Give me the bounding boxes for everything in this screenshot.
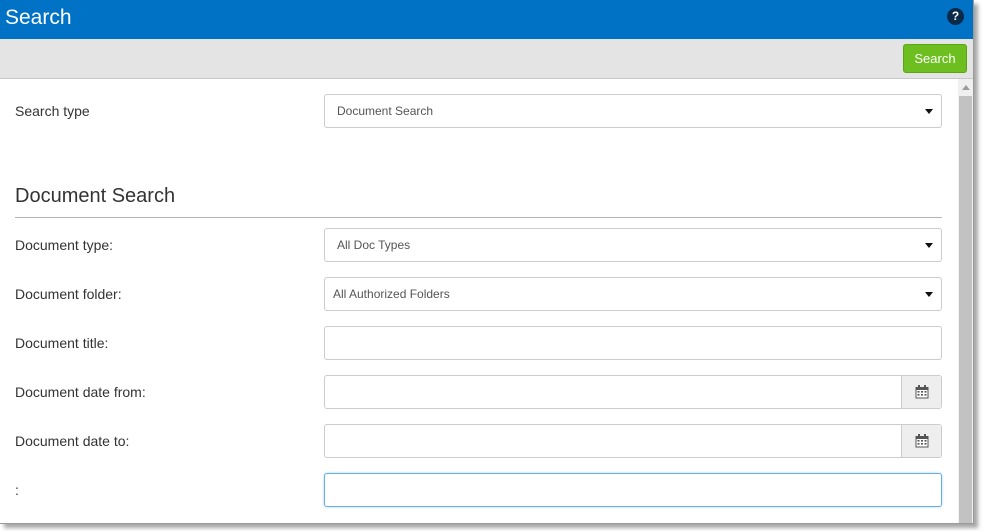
document-folder-label: Document folder: — [15, 286, 122, 302]
document-type-select[interactable]: All Doc Types — [324, 228, 942, 262]
search-type-label: Search type — [15, 103, 90, 119]
document-folder-select[interactable]: All Authorized Folders — [324, 277, 942, 311]
dropdown-caret-icon — [925, 109, 933, 114]
document-title-input[interactable] — [324, 326, 942, 360]
date-from-label: Document date from: — [15, 384, 146, 400]
date-from-input[interactable] — [324, 375, 942, 409]
date-to-input[interactable] — [324, 424, 942, 458]
window-title: Search — [5, 6, 72, 29]
title-bar: Search ? — [0, 0, 973, 39]
help-icon[interactable]: ? — [947, 8, 964, 25]
document-title-label: Document title: — [15, 335, 109, 351]
toolbar: Search — [0, 39, 973, 79]
search-window: Search ? Search Search type Document Sea… — [0, 0, 974, 524]
document-type-label: Document type: — [15, 237, 114, 253]
date-to-calendar-button[interactable] — [901, 425, 941, 457]
scrollbar-thumb[interactable] — [959, 96, 972, 523]
section-title: Document Search — [15, 185, 176, 207]
calendar-icon — [915, 434, 929, 448]
vertical-scrollbar[interactable] — [958, 79, 973, 523]
dropdown-caret-icon — [925, 243, 933, 248]
dropdown-caret-icon — [925, 292, 933, 297]
calendar-icon — [915, 385, 929, 399]
search-form: Search type Document Search Document Sea… — [0, 79, 958, 523]
extra-field-label: : — [15, 482, 19, 498]
search-button[interactable]: Search — [903, 44, 967, 73]
document-type-value: All Doc Types — [337, 238, 411, 252]
search-type-select[interactable]: Document Search — [324, 94, 942, 128]
extra-field-input[interactable] — [324, 473, 942, 507]
document-folder-value: All Authorized Folders — [333, 287, 450, 301]
date-to-label: Document date to: — [15, 433, 130, 449]
search-type-value: Document Search — [337, 104, 434, 118]
scroll-up-arrow-icon[interactable] — [962, 85, 970, 90]
date-from-calendar-button[interactable] — [901, 376, 941, 408]
section-divider — [15, 217, 942, 218]
